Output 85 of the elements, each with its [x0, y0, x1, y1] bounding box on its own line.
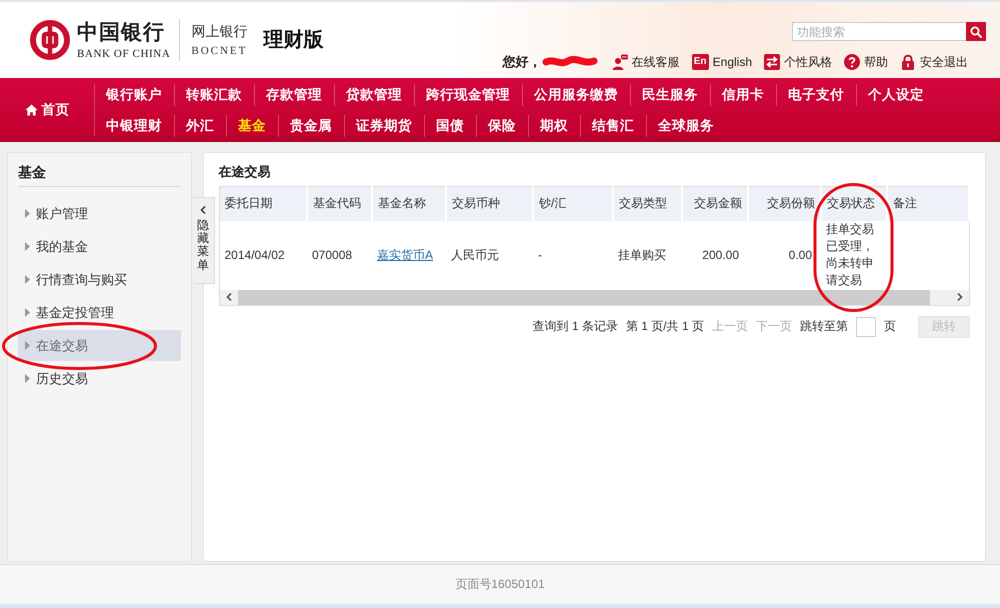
nav-menu-item[interactable]: 中银理财 — [95, 114, 174, 136]
column-header: 交易份额 — [748, 186, 821, 220]
nav-menu-item[interactable]: 全球服务 — [646, 114, 726, 136]
nav-menu-item[interactable]: 转账汇款 — [174, 84, 254, 106]
page-number-field[interactable] — [856, 316, 876, 336]
nav-menu-item[interactable]: 基金 — [226, 114, 278, 136]
nav-menu-item[interactable]: 电子支付 — [776, 84, 856, 106]
product-name-english: BOCNET — [191, 44, 248, 58]
help-icon — [844, 54, 860, 70]
theme-link[interactable]: 个性风格 — [764, 54, 832, 70]
nav-menu-item[interactable]: 信用卡 — [710, 84, 776, 106]
caret-icon — [25, 341, 30, 350]
language-badge: En — [692, 54, 709, 70]
chevron-left-icon — [200, 206, 206, 214]
nav-menu-item[interactable]: 跨行现金管理 — [414, 84, 522, 106]
home-icon — [24, 104, 38, 116]
search-icon — [970, 26, 982, 38]
jump-label: 跳转至第 — [800, 318, 848, 335]
nav-menu-item[interactable]: 银行账户 — [95, 84, 174, 106]
online-service-link[interactable]: 在线客服 — [612, 54, 680, 70]
nav-menu-item[interactable]: 保险 — [476, 114, 528, 136]
table-cell: 2014/04/02 — [219, 220, 307, 290]
caret-icon — [25, 374, 30, 383]
edition-title: 理财版 — [263, 28, 324, 52]
nav-menu-item[interactable]: 公用服务缴费 — [522, 84, 630, 106]
nav-menu-item[interactable]: 存款管理 — [254, 84, 334, 106]
table-cell: 挂单交易已受理，尚未转申请交易 — [821, 220, 887, 290]
logout-link[interactable]: 安全退出 — [900, 54, 968, 70]
nav-menu-item[interactable]: 结售汇 — [580, 114, 646, 136]
search-field[interactable]: 功能搜索 — [792, 22, 966, 41]
nav-menu-item[interactable]: 贷款管理 — [334, 84, 414, 106]
swap-arrows-icon — [764, 54, 780, 70]
sidebar-item[interactable]: 行情查询与购买 — [18, 264, 180, 295]
sidebar-item[interactable]: 基金定投管理 — [18, 297, 180, 328]
hide-menu-tab[interactable]: 隐藏菜单 — [194, 197, 215, 284]
sidebar-item[interactable]: 历史交易 — [18, 363, 180, 394]
page-number-text: 页面号16050101 — [455, 576, 545, 593]
product-name: 网上银行 — [191, 22, 248, 40]
chevron-right-icon[interactable] — [956, 293, 962, 301]
search-button[interactable] — [966, 22, 986, 41]
nav-menu-item[interactable]: 外汇 — [174, 114, 226, 136]
chevron-left-icon[interactable] — [226, 293, 232, 301]
bank-name: 中国银行 — [77, 20, 166, 44]
nav-menu-item[interactable]: 证券期货 — [344, 114, 424, 136]
column-header: 钞/汇 — [533, 186, 613, 220]
page-info: 第 1 页/共 1 页 — [626, 318, 704, 335]
language-link[interactable]: En English — [692, 54, 752, 70]
caret-icon — [25, 209, 30, 218]
column-header: 交易状态 — [821, 186, 887, 220]
nav-menu-item[interactable]: 贵金属 — [278, 114, 344, 136]
greeting-text: 您好， — [502, 53, 542, 71]
record-count: 查询到 1 条记录 — [532, 318, 618, 335]
column-header: 基金代码 — [307, 186, 372, 220]
sidebar-title: 基金 — [18, 153, 180, 187]
table-cell: 070008 — [307, 220, 372, 290]
table-cell: 0.00 — [748, 220, 821, 290]
column-header: 交易类型 — [613, 186, 682, 220]
logo-icon — [30, 20, 70, 60]
column-header: 基金名称 — [372, 186, 446, 220]
column-header: 交易币种 — [446, 186, 533, 220]
padlock-icon — [900, 54, 916, 70]
sidebar-item[interactable]: 我的基金 — [18, 231, 180, 262]
sidebar-item[interactable]: 在途交易 — [18, 330, 180, 361]
nav-menu-item[interactable]: 期权 — [528, 114, 580, 136]
column-header: 委托日期 — [219, 186, 307, 220]
table-cell: 挂单购买 — [613, 220, 682, 290]
home-link[interactable]: 首页 — [0, 84, 95, 136]
page-unit-label: 页 — [884, 318, 896, 335]
caret-icon — [25, 242, 30, 251]
table-cell: 200.00 — [682, 220, 748, 290]
section-title: 在途交易 — [218, 163, 272, 181]
bank-name-english: BANK OF CHINA — [77, 46, 170, 60]
nav-menu-item[interactable]: 国债 — [424, 114, 476, 136]
person-chat-icon — [612, 54, 628, 70]
caret-icon — [25, 308, 30, 317]
nav-menu-item[interactable]: 个人设定 — [856, 84, 936, 106]
caret-icon — [25, 275, 30, 284]
table-cell: - — [533, 220, 613, 290]
fund-name-link[interactable]: 嘉实货币A — [377, 248, 434, 262]
column-header: 交易金额 — [682, 186, 748, 220]
sidebar-item[interactable]: 账户管理 — [18, 198, 180, 229]
column-header: 备注 — [887, 186, 969, 220]
help-link[interactable]: 帮助 — [844, 54, 888, 70]
nav-menu-item[interactable]: 民生服务 — [630, 84, 710, 106]
table-cell: 人民币元 — [446, 220, 533, 290]
